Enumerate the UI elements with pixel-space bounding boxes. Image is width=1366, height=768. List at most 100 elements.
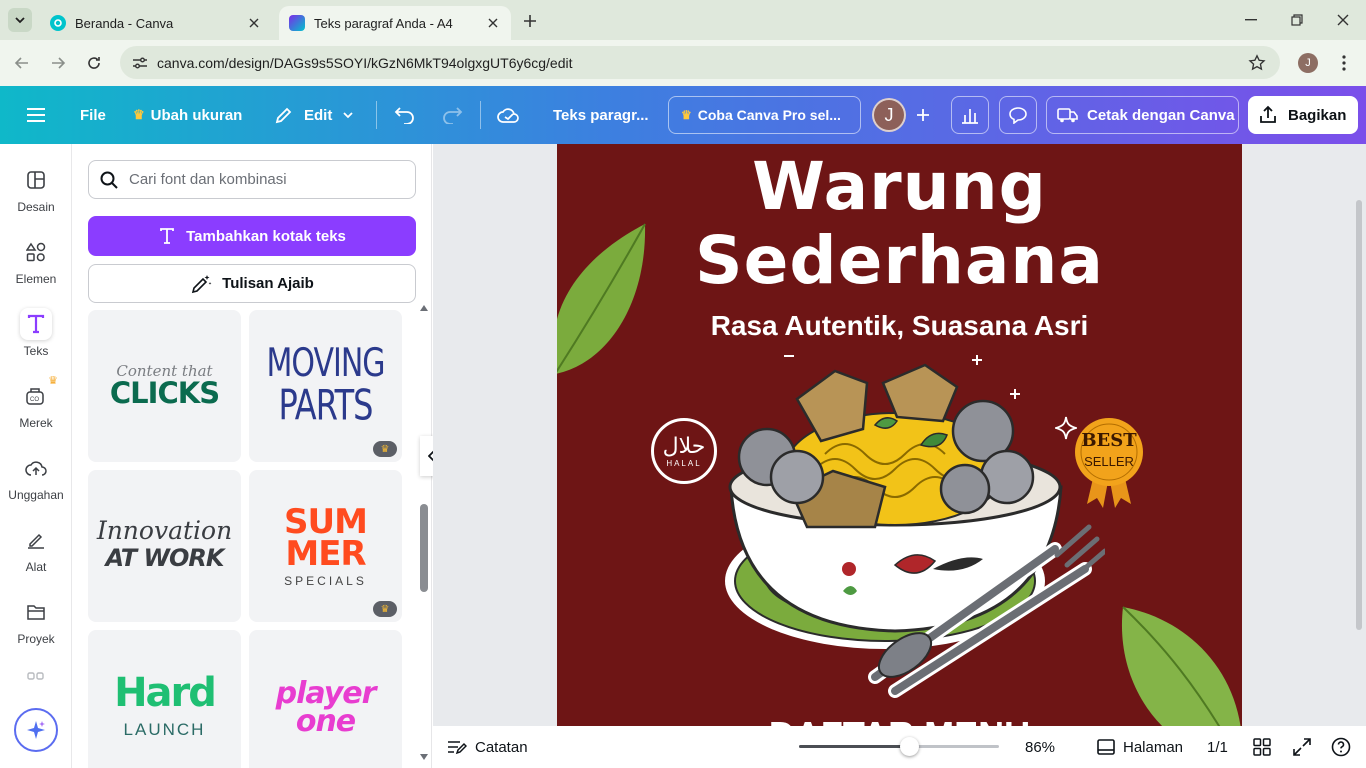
bookmark-star-icon[interactable] — [1246, 52, 1268, 74]
cloud-save-status[interactable] — [497, 86, 521, 144]
site-info-icon[interactable] — [130, 53, 150, 73]
rail-item-uploads[interactable]: Unggahan — [0, 452, 72, 516]
notes-button[interactable]: Catatan — [447, 726, 528, 768]
expand-icon — [1293, 738, 1311, 756]
try-pro-button[interactable]: ♛ Coba Canva Pro sel... — [668, 96, 861, 134]
browser-tab-home[interactable]: Beranda - Canva — [40, 6, 272, 40]
redo-button[interactable] — [441, 86, 463, 144]
share-button[interactable]: Bagikan — [1248, 96, 1358, 134]
scroll-down-arrow[interactable] — [419, 753, 429, 761]
notes-icon — [448, 741, 467, 755]
pages-button[interactable]: Halaman — [1097, 726, 1183, 768]
search-input[interactable] — [129, 171, 399, 188]
card-line3: SPECIALS — [284, 574, 367, 588]
font-combo-card[interactable]: player one — [249, 630, 402, 768]
undo-button[interactable] — [394, 86, 416, 144]
file-menu[interactable]: File — [80, 86, 106, 144]
pages-icon — [1097, 739, 1115, 755]
back-button[interactable] — [10, 51, 34, 75]
rail-label: Proyek — [17, 632, 55, 646]
comments-button[interactable] — [999, 96, 1037, 134]
rail-item-projects[interactable]: Proyek — [0, 596, 72, 660]
scroll-up-arrow[interactable] — [419, 304, 429, 312]
tab-search-button[interactable] — [8, 8, 32, 32]
magic-assistant-button[interactable] — [14, 708, 58, 752]
rail-item-text[interactable]: Teks — [0, 308, 72, 372]
user-avatar[interactable]: J — [872, 98, 906, 132]
zoom-slider-knob[interactable] — [900, 737, 919, 756]
pages-label: Halaman — [1123, 738, 1184, 756]
close-window-button[interactable] — [1328, 8, 1358, 32]
tab-title: Beranda - Canva — [75, 15, 174, 31]
rail-item-apps[interactable] — [0, 670, 72, 690]
pencil-icon — [275, 107, 292, 124]
font-combo-card[interactable]: MOVING PARTS ♛ — [249, 310, 402, 462]
address-bar[interactable]: canva.com/design/DAGs9s5SOYI/kGzN6MkT94o… — [120, 46, 1280, 79]
rail-item-tools[interactable]: Alat — [0, 524, 72, 588]
forward-button[interactable] — [46, 51, 70, 75]
truck-icon — [1057, 108, 1078, 123]
browser-profile-avatar[interactable]: J — [1298, 53, 1318, 73]
help-icon — [1331, 737, 1351, 757]
design-bottom-heading[interactable]: DAFTAR MENU — [557, 714, 1242, 726]
print-with-canva-button[interactable]: Cetak dengan Canva — [1046, 96, 1239, 134]
close-tab-icon[interactable] — [485, 15, 501, 31]
resize-button[interactable]: ♛ Ubah ukuran — [133, 86, 242, 144]
main-menu-button[interactable] — [26, 86, 46, 144]
help-button[interactable] — [1331, 726, 1351, 768]
restore-button[interactable] — [1282, 8, 1312, 32]
new-tab-button[interactable] — [519, 10, 541, 32]
add-text-box-button[interactable]: Tambahkan kotak teks — [88, 216, 416, 256]
font-search-box[interactable] — [88, 160, 416, 199]
rail-item-design[interactable]: Desain — [0, 164, 72, 228]
resize-label: Ubah ukuran — [150, 106, 243, 124]
font-combo-card[interactable]: Hard LAUNCH — [88, 630, 241, 768]
hamburger-icon — [27, 108, 45, 122]
pro-crown-badge: ♛ — [373, 441, 397, 457]
undo-icon — [394, 107, 414, 124]
grid-view-button[interactable] — [1253, 726, 1271, 768]
font-combo-card[interactable]: Content that CLICKS — [88, 310, 241, 462]
design-subtitle[interactable]: Rasa Autentik, Suasana Asri — [557, 310, 1242, 342]
font-combo-card[interactable]: SUM MER SPECIALS ♛ — [249, 470, 402, 622]
upload-icon — [20, 452, 52, 484]
design-page[interactable]: Warung Sederhana Rasa Autentik, Suasana … — [557, 144, 1242, 726]
reload-button[interactable] — [82, 51, 106, 75]
insights-button[interactable] — [951, 96, 989, 134]
magic-pen-icon — [192, 274, 212, 293]
halal-arabic-mark: حلال — [662, 433, 706, 459]
panel-scrollbar-thumb[interactable] — [420, 504, 428, 592]
invite-button[interactable] — [906, 98, 940, 132]
magic-write-button[interactable]: Tulisan Ajaib — [88, 264, 416, 303]
page-count: 1/1 — [1207, 738, 1228, 756]
noodle-bowl-illustration[interactable] — [725, 359, 1105, 704]
minimize-button[interactable] — [1236, 8, 1266, 32]
halal-logo[interactable]: حلال HALAL — [651, 418, 717, 484]
tools-icon — [20, 524, 52, 556]
document-title[interactable]: Teks paragr... — [553, 86, 649, 144]
design-title-line2[interactable]: Sederhana — [557, 222, 1242, 299]
edit-menu[interactable]: Edit — [274, 86, 354, 144]
left-rail: Desain Elemen Teks CO ♛ Merek Unggahan Al… — [0, 144, 72, 768]
zoom-slider[interactable] — [799, 737, 999, 756]
leaf-right-graphic[interactable] — [1117, 599, 1242, 726]
card-line1: Hard — [114, 670, 217, 716]
close-tab-icon[interactable] — [246, 15, 262, 31]
header-divider — [480, 101, 481, 129]
plus-icon — [524, 15, 536, 27]
browser-menu-icon[interactable] — [1334, 52, 1354, 74]
browser-tab-design[interactable]: Teks paragraf Anda - A4 — [279, 6, 511, 40]
tab-title: Teks paragraf Anda - A4 — [314, 15, 453, 31]
rail-item-elements[interactable]: Elemen — [0, 236, 72, 300]
design-title-line1[interactable]: Warung — [557, 148, 1242, 225]
chevron-down-icon — [15, 17, 25, 24]
fullscreen-button[interactable] — [1293, 726, 1311, 768]
zoom-level[interactable]: 86% — [1025, 726, 1055, 768]
font-combo-card[interactable]: Innovation AT WORK — [88, 470, 241, 622]
canvas-scrollbar[interactable] — [1356, 200, 1362, 630]
projects-icon — [20, 596, 52, 628]
rail-label: Alat — [25, 560, 47, 574]
rail-label: Unggahan — [8, 488, 64, 502]
rail-item-brand[interactable]: CO ♛ Merek — [0, 375, 72, 444]
plus-icon — [917, 109, 929, 121]
